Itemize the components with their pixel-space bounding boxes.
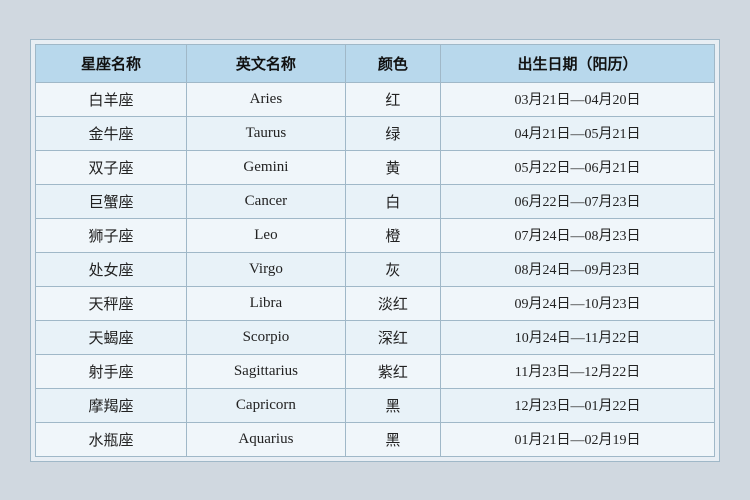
- cell-date: 06月22日—07月23日: [440, 184, 714, 218]
- cell-date: 10月24日—11月22日: [440, 320, 714, 354]
- cell-color: 深红: [345, 320, 440, 354]
- cell-english: Leo: [187, 218, 346, 252]
- header-color: 颜色: [345, 44, 440, 82]
- table-row: 狮子座Leo橙07月24日—08月23日: [36, 218, 715, 252]
- cell-color: 黑: [345, 422, 440, 456]
- cell-color: 黑: [345, 388, 440, 422]
- cell-chinese: 摩羯座: [36, 388, 187, 422]
- cell-english: Virgo: [187, 252, 346, 286]
- cell-color: 白: [345, 184, 440, 218]
- cell-color: 黄: [345, 150, 440, 184]
- cell-date: 08月24日—09月23日: [440, 252, 714, 286]
- cell-color: 淡红: [345, 286, 440, 320]
- table-row: 处女座Virgo灰08月24日—09月23日: [36, 252, 715, 286]
- header-date: 出生日期（阳历）: [440, 44, 714, 82]
- zodiac-table: 星座名称 英文名称 颜色 出生日期（阳历） 白羊座Aries红03月21日—04…: [35, 44, 715, 457]
- table-row: 双子座Gemini黄05月22日—06月21日: [36, 150, 715, 184]
- cell-chinese: 巨蟹座: [36, 184, 187, 218]
- table-row: 巨蟹座Cancer白06月22日—07月23日: [36, 184, 715, 218]
- cell-chinese: 处女座: [36, 252, 187, 286]
- cell-english: Capricorn: [187, 388, 346, 422]
- cell-color: 紫红: [345, 354, 440, 388]
- table-row: 摩羯座Capricorn黑12月23日—01月22日: [36, 388, 715, 422]
- cell-english: Scorpio: [187, 320, 346, 354]
- table-row: 水瓶座Aquarius黑01月21日—02月19日: [36, 422, 715, 456]
- cell-color: 绿: [345, 116, 440, 150]
- header-chinese: 星座名称: [36, 44, 187, 82]
- cell-date: 12月23日—01月22日: [440, 388, 714, 422]
- table-row: 天蝎座Scorpio深红10月24日—11月22日: [36, 320, 715, 354]
- cell-date: 04月21日—05月21日: [440, 116, 714, 150]
- cell-date: 01月21日—02月19日: [440, 422, 714, 456]
- cell-date: 09月24日—10月23日: [440, 286, 714, 320]
- cell-date: 03月21日—04月20日: [440, 82, 714, 116]
- cell-chinese: 天蝎座: [36, 320, 187, 354]
- table-row: 白羊座Aries红03月21日—04月20日: [36, 82, 715, 116]
- cell-english: Aries: [187, 82, 346, 116]
- cell-date: 07月24日—08月23日: [440, 218, 714, 252]
- cell-date: 11月23日—12月22日: [440, 354, 714, 388]
- cell-chinese: 双子座: [36, 150, 187, 184]
- header-english: 英文名称: [187, 44, 346, 82]
- cell-chinese: 白羊座: [36, 82, 187, 116]
- cell-chinese: 天秤座: [36, 286, 187, 320]
- cell-english: Cancer: [187, 184, 346, 218]
- table-row: 天秤座Libra淡红09月24日—10月23日: [36, 286, 715, 320]
- cell-color: 灰: [345, 252, 440, 286]
- zodiac-table-container: 星座名称 英文名称 颜色 出生日期（阳历） 白羊座Aries红03月21日—04…: [30, 39, 720, 462]
- cell-date: 05月22日—06月21日: [440, 150, 714, 184]
- cell-english: Libra: [187, 286, 346, 320]
- cell-chinese: 射手座: [36, 354, 187, 388]
- table-header-row: 星座名称 英文名称 颜色 出生日期（阳历）: [36, 44, 715, 82]
- cell-chinese: 水瓶座: [36, 422, 187, 456]
- cell-english: Gemini: [187, 150, 346, 184]
- cell-color: 红: [345, 82, 440, 116]
- table-row: 射手座Sagittarius紫红11月23日—12月22日: [36, 354, 715, 388]
- table-row: 金牛座Taurus绿04月21日—05月21日: [36, 116, 715, 150]
- cell-color: 橙: [345, 218, 440, 252]
- cell-english: Aquarius: [187, 422, 346, 456]
- cell-chinese: 金牛座: [36, 116, 187, 150]
- cell-english: Sagittarius: [187, 354, 346, 388]
- cell-chinese: 狮子座: [36, 218, 187, 252]
- cell-english: Taurus: [187, 116, 346, 150]
